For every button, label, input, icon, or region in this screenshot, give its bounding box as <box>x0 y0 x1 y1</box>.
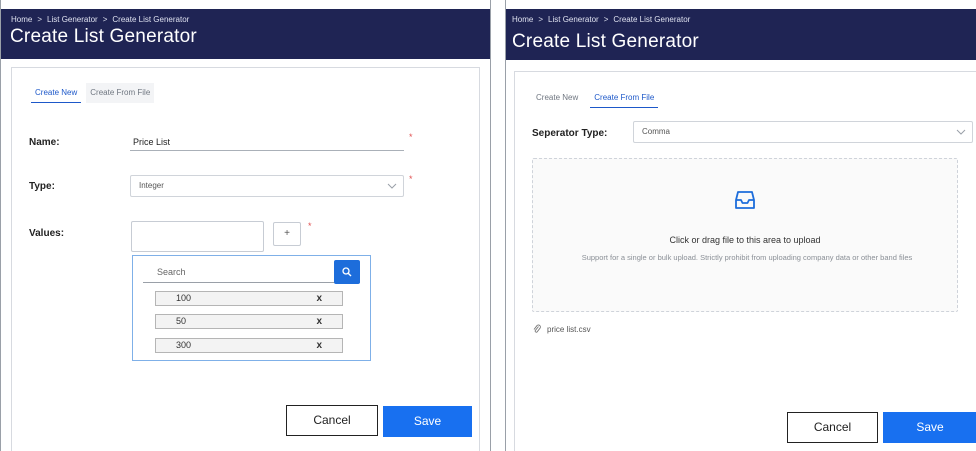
breadcrumb-separator: > <box>102 15 108 24</box>
remove-value-icon[interactable]: x <box>316 316 322 327</box>
upload-title: Click or drag file to this area to uploa… <box>669 235 821 245</box>
value-text: 50 <box>176 316 187 326</box>
save-button[interactable]: Save <box>383 406 472 437</box>
dropdown-search <box>143 260 360 284</box>
breadcrumb-current: Create List Generator <box>112 15 190 24</box>
create-new-panel: Home > List Generator > Create List Generato… <box>0 0 491 451</box>
cancel-button[interactable]: Cancel <box>787 412 878 443</box>
page-title: Create List Generator <box>10 26 197 47</box>
tab-bar: Create New Create From File <box>31 83 155 103</box>
separator-type-label: Seperator Type: <box>532 128 608 139</box>
breadcrumb-home[interactable]: Home <box>11 15 32 24</box>
remove-value-icon[interactable]: x <box>316 340 322 351</box>
add-value-button[interactable]: + <box>273 222 301 246</box>
search-input[interactable] <box>143 261 313 283</box>
cancel-button[interactable]: Cancel <box>286 405 378 436</box>
name-input[interactable]: Price List <box>130 133 404 151</box>
create-from-file-panel: Home > List Generator > Create List Generato… <box>505 0 976 451</box>
tab-create-new[interactable]: Create New <box>31 83 82 103</box>
value-item: 100 x <box>155 291 343 306</box>
search-button[interactable] <box>334 260 360 284</box>
breadcrumb-current: Create List Generator <box>613 15 691 24</box>
breadcrumb-list-generator[interactable]: List Generator <box>548 15 599 24</box>
breadcrumb-separator: > <box>538 15 544 24</box>
required-asterisk: * <box>409 174 413 184</box>
tab-create-new[interactable]: Create New <box>532 88 583 108</box>
tab-bar: Create New Create From File <box>532 88 659 108</box>
upload-dropzone[interactable]: Click or drag file to this area to uploa… <box>532 158 958 312</box>
values-label: Values: <box>29 228 65 239</box>
name-label: Name: <box>29 137 60 148</box>
values-input[interactable] <box>131 221 264 252</box>
page-header: Home > List Generator > Create List Generato… <box>506 9 976 60</box>
save-button[interactable]: Save <box>883 412 976 443</box>
separator-type-select[interactable]: Comma <box>633 121 973 143</box>
breadcrumb-list-generator[interactable]: List Generator <box>47 15 98 24</box>
upload-hint: Support for a single or bulk upload. Str… <box>581 253 913 262</box>
page-header: Home > List Generator > Create List Generato… <box>1 9 490 59</box>
form-card: Create New Create From File Seperator Ty… <box>514 71 976 451</box>
values-dropdown: 100 x 50 x 300 x <box>132 255 371 361</box>
search-icon <box>342 267 352 277</box>
value-item: 300 x <box>155 338 343 353</box>
breadcrumb: Home > List Generator > Create List Generato… <box>512 15 690 24</box>
uploaded-file-item[interactable]: price list.csv <box>533 322 591 336</box>
inbox-icon <box>735 191 755 209</box>
remove-value-icon[interactable]: x <box>316 293 322 304</box>
paperclip-icon <box>533 324 541 333</box>
tab-create-from-file[interactable]: Create From File <box>590 88 659 108</box>
required-asterisk: * <box>308 221 312 231</box>
page-title: Create List Generator <box>512 31 699 52</box>
value-item: 50 x <box>155 314 343 329</box>
required-asterisk: * <box>409 132 413 142</box>
separator-type-value: Comma <box>642 127 671 136</box>
breadcrumb-home[interactable]: Home <box>512 15 533 24</box>
value-text: 100 <box>176 293 192 303</box>
type-label: Type: <box>29 181 55 192</box>
value-text: 300 <box>176 340 192 350</box>
breadcrumb-separator: > <box>603 15 609 24</box>
type-select-value: Integer <box>139 181 164 190</box>
breadcrumb: Home > List Generator > Create List Generato… <box>11 15 189 24</box>
chevron-down-icon <box>956 129 966 135</box>
type-select[interactable]: Integer <box>130 175 404 197</box>
form-card: Create New Create From File Name: Price … <box>11 67 480 451</box>
uploaded-file-name: price list.csv <box>547 324 591 334</box>
chevron-down-icon <box>387 183 397 189</box>
tab-create-from-file[interactable]: Create From File <box>86 83 155 103</box>
breadcrumb-separator: > <box>37 15 43 24</box>
